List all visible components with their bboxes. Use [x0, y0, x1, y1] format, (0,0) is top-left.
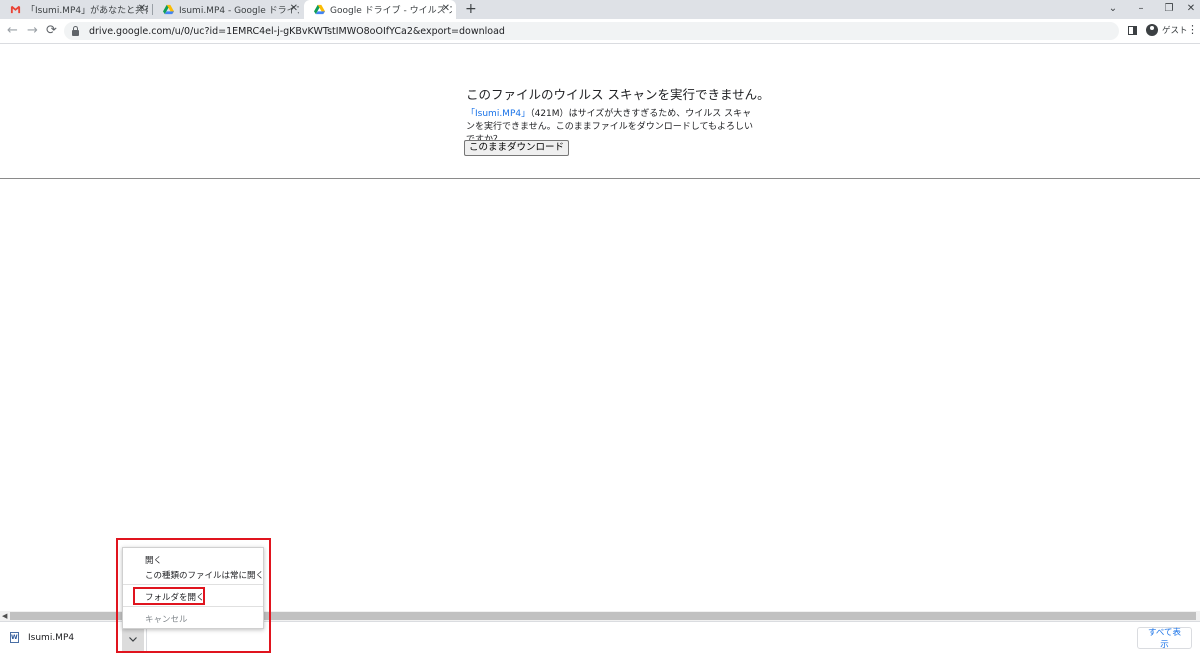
close-tab-icon[interactable]: ✕: [442, 3, 450, 14]
menu-kebab-icon[interactable]: ⋮: [1187, 23, 1198, 37]
minimize-button[interactable]: –: [1128, 0, 1154, 19]
scroll-left-icon[interactable]: ◀: [2, 612, 7, 620]
gmail-icon: [10, 4, 21, 15]
profile-button[interactable]: ゲスト: [1146, 24, 1188, 36]
new-tab-button[interactable]: +: [465, 0, 477, 19]
close-tab-icon[interactable]: ✕: [290, 3, 298, 14]
tab-gmail[interactable]: 「Isumi.MP4」があなたと共有されまし ✕: [0, 0, 152, 19]
tab-drive-file[interactable]: Isumi.MP4 - Google ドライブ ✕: [153, 0, 304, 19]
annotation-box-open-folder: [133, 587, 205, 605]
lock-icon[interactable]: [72, 25, 79, 36]
tab-drive-virus-scan[interactable]: Google ドライブ - ウイルス スキャンに ✕: [304, 0, 456, 19]
file-name-link[interactable]: 「Isumi.MP4」: [466, 109, 530, 119]
google-drive-icon: [163, 4, 174, 15]
url-text: drive.google.com/u/0/uc?id=1EMRC4el-j-gK…: [89, 25, 505, 37]
content-divider: [0, 178, 1200, 179]
show-all-downloads-button[interactable]: すべて表示: [1137, 627, 1192, 650]
google-drive-icon: [314, 4, 325, 15]
close-window-button[interactable]: ✕: [1178, 0, 1200, 19]
file-size: （421M）: [530, 109, 569, 119]
forward-arrow-icon[interactable]: →: [27, 22, 38, 39]
tab-title: Google ドライブ - ウイルス スキャンに: [330, 6, 452, 16]
tab-strip: 「Isumi.MP4」があなたと共有されまし ✕ Isumi.MP4 - Goo…: [0, 0, 1200, 19]
download-item[interactable]: Isumi.MP4: [10, 632, 74, 643]
reload-icon[interactable]: ⟳: [46, 22, 57, 39]
browser-toolbar: ← → ⟳ drive.google.com/u/0/uc?id=1EMRC4e…: [0, 19, 1200, 44]
download-anyway-button[interactable]: このままダウンロード: [464, 140, 570, 156]
tab-search-icon[interactable]: ⌄: [1100, 0, 1126, 19]
guest-avatar-icon: [1146, 24, 1158, 36]
close-tab-icon[interactable]: ✕: [138, 3, 146, 14]
back-arrow-icon[interactable]: ←: [7, 22, 18, 39]
side-panel-icon[interactable]: [1128, 26, 1137, 35]
profile-label: ゲスト: [1162, 26, 1188, 36]
download-file-name: Isumi.MP4: [28, 632, 75, 643]
tab-title: Isumi.MP4 - Google ドライブ: [179, 6, 299, 16]
address-bar[interactable]: drive.google.com/u/0/uc?id=1EMRC4el-j-gK…: [64, 22, 1119, 40]
page-title: このファイルのウイルス スキャンを実行できません。: [466, 87, 770, 102]
file-type-icon: [10, 632, 19, 643]
tab-title: 「Isumi.MP4」があなたと共有されまし: [26, 6, 148, 16]
